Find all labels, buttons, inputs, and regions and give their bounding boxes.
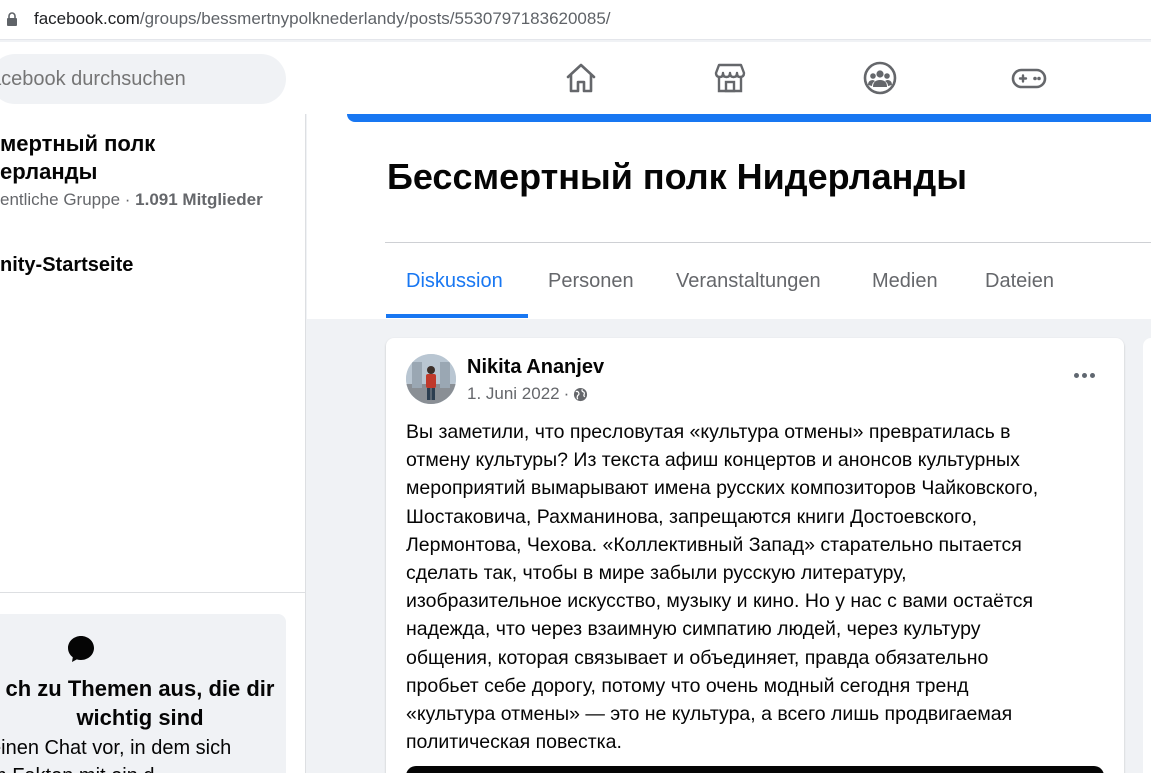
meta-separator: · xyxy=(563,384,570,403)
tab-discussion[interactable]: Diskussion xyxy=(406,270,503,293)
dot xyxy=(1081,372,1087,378)
browser-address-bar[interactable]: facebook.com/groups/bessmertnypolknederl… xyxy=(0,0,1151,40)
active-tab-indicator xyxy=(386,314,528,318)
top-navigation xyxy=(0,42,1151,114)
avatar-photo xyxy=(406,354,456,404)
member-count[interactable]: 1.091 Mitglieder xyxy=(135,190,263,209)
post-card: Nikita Ananjev 1. Juni 2022 · Вы заметил… xyxy=(386,338,1124,773)
globe-icon[interactable] xyxy=(573,387,588,402)
chat-card-title: ch zu Themen aus, die dir wichtig sind xyxy=(5,676,275,730)
tab-media[interactable]: Medien xyxy=(872,270,938,293)
post-text: Вы заметили, что пресловутая «культура о… xyxy=(406,421,1039,754)
cover-photo[interactable] xyxy=(347,114,1151,122)
dot xyxy=(1073,372,1079,378)
search-input[interactable] xyxy=(0,54,286,104)
sidebar-group-name[interactable]: мертный полк ерланды xyxy=(0,130,305,186)
left-sidebar: мертный полк ерланды entliche Gruppe · 1… xyxy=(0,114,306,773)
right-column-card xyxy=(1143,338,1151,773)
post-options-button[interactable] xyxy=(1066,360,1102,390)
sidebar-item-community-home[interactable]: nity-Startseite xyxy=(0,254,133,277)
url-path: /groups/bessmertnypolknederlandy/posts/5… xyxy=(139,9,611,28)
url-text[interactable]: facebook.com/groups/bessmertnypolknederl… xyxy=(34,9,611,29)
group-type: entliche Gruppe xyxy=(0,190,121,209)
dot xyxy=(1089,372,1095,378)
tab-files[interactable]: Dateien xyxy=(985,270,1054,293)
group-header: Бессмертный полк Нидерланды Diskussion P… xyxy=(307,114,1151,319)
marketplace-icon[interactable] xyxy=(712,60,748,96)
url-domain: facebook.com xyxy=(34,9,140,28)
chat-bubble-icon xyxy=(68,636,94,662)
gaming-icon[interactable] xyxy=(1011,60,1047,96)
tab-events[interactable]: Veranstaltungen xyxy=(676,270,821,293)
post-meta: 1. Juni 2022 · xyxy=(467,384,588,404)
search-box[interactable] xyxy=(0,54,286,104)
post-author[interactable]: Nikita Ananjev xyxy=(467,356,604,379)
tab-people[interactable]: Personen xyxy=(548,270,634,293)
post-media[interactable] xyxy=(406,766,1104,773)
sidebar-group-meta: entliche Gruppe · 1.091 Mitglieder xyxy=(0,190,263,209)
group-title[interactable]: Бессмертный полк Нидерланды xyxy=(387,156,967,198)
sidebar-divider xyxy=(0,592,305,593)
header-divider xyxy=(385,242,1151,243)
lock-icon xyxy=(7,12,17,26)
groups-icon[interactable] xyxy=(862,60,898,96)
chat-card-text: einen Chat vor, in dem sich m Fakten mit… xyxy=(0,737,232,773)
home-icon[interactable] xyxy=(563,60,599,96)
avatar[interactable] xyxy=(406,354,456,404)
post-date[interactable]: 1. Juni 2022 xyxy=(467,384,560,404)
